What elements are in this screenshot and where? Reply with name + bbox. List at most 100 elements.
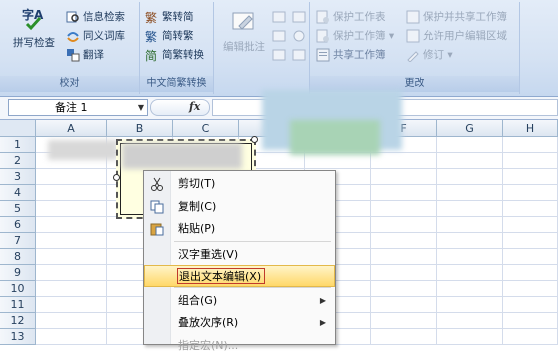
name-box-value: 备注 1: [55, 101, 88, 114]
proofing-group-title: 校对: [0, 76, 139, 92]
protect-sheet-button[interactable]: 保护工作表: [316, 8, 386, 26]
context-menu: 剪切(T) 复制(C) 粘贴(P) 汉字重选(V) 退出文本编辑(X) 组合(G) ▶ 叠放次…: [143, 170, 336, 352]
menu-separator: [174, 241, 331, 242]
prev-comment-icon: [272, 10, 286, 24]
column-header-h[interactable]: H: [503, 120, 558, 137]
menu-item-label: 复制(C): [178, 200, 217, 213]
select-all-corner[interactable]: [0, 120, 36, 137]
protect-workbook-icon: [316, 29, 330, 43]
name-box[interactable]: 备注 1 ▼: [8, 99, 148, 116]
changes-group: 保护工作表 保护工作簿 ▾ 共享工作簿 保护并共享工作簿 允许用户编辑区域 修订…: [310, 2, 520, 94]
convert-button[interactable]: 简 简繁转换: [145, 46, 204, 64]
to-simplified-icon: 繁: [145, 10, 159, 25]
svg-text:繁: 繁: [145, 10, 157, 24]
edit-comment-button[interactable]: 编辑批注: [218, 10, 270, 54]
thesaurus-button[interactable]: 同义词库: [66, 27, 125, 45]
to-traditional-icon: 繁: [145, 29, 159, 44]
allow-edit-ranges-icon: [406, 29, 420, 43]
allow-edit-ranges-button[interactable]: 允许用户编辑区域: [406, 27, 507, 45]
grid-line: [36, 168, 558, 169]
chinese-conversion-group: 繁 繁转简 繁 简转繁 简 简繁转换 中文简繁转换: [140, 2, 214, 94]
next-comment-icon: [272, 29, 286, 43]
insert-function-button[interactable]: fx: [150, 99, 210, 116]
menu-item-label: 剪切(T): [178, 177, 216, 190]
protect-share-button[interactable]: 保护并共享工作簿: [406, 8, 507, 26]
track-changes-icon: [406, 48, 420, 63]
scissors-icon: [150, 177, 164, 191]
conversion-group-title: 中文简繁转换: [140, 76, 213, 92]
menu-item-0[interactable]: 剪切(T): [144, 173, 335, 195]
menu-item-1[interactable]: 复制(C): [144, 196, 335, 218]
menu-item-label: 组合(G): [178, 294, 218, 307]
next-comment-button[interactable]: [272, 27, 309, 45]
paste-icon: [150, 222, 164, 236]
to-simplified-button[interactable]: 繁 繁转简: [145, 8, 194, 26]
delete-comment-icon: [292, 10, 306, 24]
row-header-2[interactable]: 2: [0, 153, 36, 169]
svg-text:繁: 繁: [145, 29, 157, 43]
menu-item-label: 指定宏(N)...: [178, 339, 239, 352]
menu-item-3[interactable]: 汉字重选(V): [144, 244, 335, 266]
research-icon: [66, 10, 80, 24]
protect-sheet-icon: [316, 10, 330, 24]
protect-workbook-button[interactable]: 保护工作簿 ▾: [316, 27, 394, 45]
menu-item-label: 汉字重选(V): [178, 248, 239, 261]
ink-icon: [292, 48, 306, 62]
submenu-arrow-icon: ▶: [319, 296, 326, 305]
edit-comment-label: 编辑批注: [223, 41, 265, 53]
menu-item-5[interactable]: 组合(G) ▶: [144, 290, 335, 312]
column-header-a[interactable]: A: [36, 120, 107, 137]
protect-share-icon: [406, 10, 420, 24]
edit-comment-icon: [231, 10, 257, 36]
show-all-comments-button[interactable]: [272, 46, 309, 64]
menu-item-7[interactable]: 指定宏(N)...: [144, 335, 335, 357]
row-header-9[interactable]: 9: [0, 265, 36, 281]
column-header-c[interactable]: C: [173, 120, 239, 137]
resize-handle[interactable]: [113, 174, 120, 181]
proofing-group: 字A 拼写检查 信息检索 同义词库 翻译 校对: [0, 2, 140, 94]
menu-item-2[interactable]: 粘贴(P): [144, 218, 335, 240]
track-changes-button[interactable]: 修订 ▾: [406, 46, 453, 64]
review-ribbon: 字A 拼写检查 信息检索 同义词库 翻译 校对 繁 繁转简 繁 简转繁 简 简繁…: [0, 0, 558, 97]
redacted-comment-author: [122, 143, 242, 169]
row-header-13[interactable]: 13: [0, 329, 36, 345]
svg-text:字A: 字A: [22, 7, 44, 22]
chevron-down-icon[interactable]: ▼: [138, 100, 144, 115]
row-header-7[interactable]: 7: [0, 233, 36, 249]
menu-item-6[interactable]: 叠放次序(R) ▶: [144, 312, 335, 334]
row-header-6[interactable]: 6: [0, 217, 36, 233]
column-header-b[interactable]: B: [107, 120, 173, 137]
thesaurus-icon: [66, 29, 80, 43]
row-header-5[interactable]: 5: [0, 201, 36, 217]
translate-icon: [66, 48, 80, 62]
show-all-icon: [272, 48, 286, 62]
menu-item-4[interactable]: 退出文本编辑(X): [144, 265, 335, 287]
row-header-8[interactable]: 8: [0, 249, 36, 265]
research-button[interactable]: 信息检索: [66, 8, 125, 26]
spelling-check-button[interactable]: 字A 拼写检查: [6, 6, 62, 50]
spelling-check-label: 拼写检查: [13, 37, 55, 49]
row-header-3[interactable]: 3: [0, 169, 36, 185]
convert-icon: 简: [145, 48, 159, 63]
row-header-11[interactable]: 11: [0, 297, 36, 313]
row-header-10[interactable]: 10: [0, 281, 36, 297]
prev-comment-button[interactable]: [272, 8, 309, 26]
redacted-region: [290, 120, 380, 155]
fx-icon: fx: [189, 100, 201, 113]
to-traditional-button[interactable]: 繁 简转繁: [145, 27, 194, 45]
row-header-12[interactable]: 12: [0, 313, 36, 329]
highlight-outline: [177, 268, 265, 284]
menu-item-label: 粘贴(P): [178, 222, 216, 235]
resize-handle[interactable]: [251, 136, 258, 143]
translate-button[interactable]: 翻译: [66, 46, 104, 64]
spelling-icon: 字A: [21, 6, 47, 32]
show-comment-icon: [292, 29, 306, 43]
row-header-1[interactable]: 1: [0, 137, 36, 153]
redacted-region: [48, 140, 118, 160]
svg-text:简: 简: [145, 49, 157, 62]
share-workbook-button[interactable]: 共享工作簿: [316, 46, 386, 64]
row-header-4[interactable]: 4: [0, 185, 36, 201]
column-header-g[interactable]: G: [437, 120, 503, 137]
submenu-arrow-icon: ▶: [319, 318, 326, 327]
copy-icon: [150, 200, 164, 214]
